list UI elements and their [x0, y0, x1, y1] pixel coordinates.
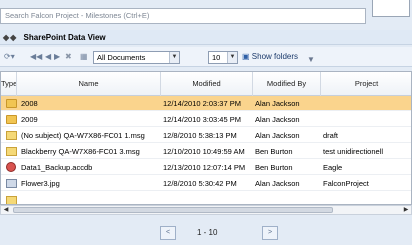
file-icon — [6, 196, 17, 204]
collapse-arrows-icon[interactable]: ◆◆ — [3, 30, 17, 45]
scroll-right-icon[interactable]: ▶ — [401, 206, 411, 214]
row-modified-by: Ben Burton — [255, 163, 293, 172]
column-header-modified[interactable]: Modified — [161, 72, 253, 96]
column-header-project[interactable]: Project — [321, 72, 411, 96]
page-size-select[interactable]: 10 ▼ — [208, 51, 238, 64]
prev-page-icon[interactable]: ◀ — [45, 50, 51, 63]
horizontal-scrollbar[interactable]: ◀ ▶ — [0, 205, 412, 215]
toolbar: ⟳▾ ◀◀ ◀ ▶ ✖ ▦ All Documents ▼ 10 ▼ ▣ Sho… — [0, 47, 412, 67]
show-folders-button[interactable]: ▣ Show folders — [242, 50, 298, 63]
pager: < 1 - 10 > — [0, 221, 412, 245]
folder-icon — [6, 99, 17, 108]
chevron-left-icon: < — [165, 229, 171, 236]
refresh-icon[interactable]: ⟳▾ — [4, 50, 15, 63]
table-row[interactable]: 2008 12/14/2010 2:03:37 PM Alan Jackson — [1, 96, 411, 111]
next-page-icon[interactable]: ▶ — [54, 50, 60, 63]
chevron-right-icon: > — [267, 229, 273, 236]
panel-title-bar: ◆◆ SharePoint Data View — [0, 30, 412, 45]
row-project — [321, 112, 411, 127]
table-row[interactable]: (No subject) QA-W7X86-FC01 1.msg 12/8/20… — [1, 128, 411, 143]
view-select-value: All Documents — [97, 53, 146, 62]
row-modified: 12/14/2010 2:03:37 PM — [163, 99, 241, 108]
row-modified: 12/8/2010 5:38:13 PM — [163, 131, 237, 140]
column-header-name[interactable]: Name — [17, 72, 161, 96]
row-name: (No subject) QA-W7X86-FC01 1.msg — [21, 131, 145, 140]
document-icon: ▦ — [80, 52, 88, 61]
table-row[interactable]: Blackberry QA-W7X86-FC01 3.msg 12/10/201… — [1, 144, 411, 159]
page-size-value: 10 — [212, 53, 221, 62]
row-project: Eagle — [323, 163, 343, 172]
delete-icon[interactable]: ✖ — [65, 50, 72, 63]
search-input[interactable]: Search Falcon Project - Milestones (Ctrl… — [0, 8, 366, 24]
view-select[interactable]: All Documents ▼ — [93, 51, 180, 64]
row-project: draft — [323, 131, 339, 140]
row-modified: 12/8/2010 5:30:42 PM — [163, 179, 237, 188]
first-page-icon[interactable]: ◀◀ — [30, 50, 42, 63]
access-database-icon — [6, 162, 16, 172]
grid-header: Type Name Modified Modified By Project — [1, 72, 411, 96]
page-range-label: 1 - 10 — [197, 228, 218, 237]
row-modified: 12/13/2010 12:07:14 PM — [163, 163, 246, 172]
next-page-button[interactable]: > — [262, 226, 278, 240]
chevron-down-icon: ▼ — [227, 52, 237, 63]
corner-panel — [372, 0, 410, 17]
toolbar-overflow-icon[interactable]: ▼ — [307, 53, 315, 66]
column-header-modified-by[interactable]: Modified By — [253, 72, 321, 96]
email-message-icon — [6, 147, 17, 156]
table-row-partial[interactable] — [1, 192, 411, 204]
row-project — [321, 96, 411, 111]
show-folders-label: Show folders — [251, 52, 299, 61]
row-modified-by: Alan Jackson — [255, 99, 300, 108]
row-modified-by: Alan Jackson — [255, 131, 300, 140]
row-modified-by: Alan Jackson — [255, 179, 300, 188]
image-file-icon — [6, 179, 17, 188]
row-project: test unidirectionell — [323, 147, 384, 156]
table-row[interactable]: 2009 12/14/2010 3:03:45 PM Alan Jackson — [1, 112, 411, 127]
scroll-left-icon[interactable]: ◀ — [1, 206, 11, 214]
scrollbar-thumb[interactable] — [13, 207, 333, 213]
row-name: 2008 — [21, 99, 38, 108]
email-message-icon — [6, 131, 17, 140]
column-header-type[interactable]: Type — [1, 72, 17, 96]
panel-title: SharePoint Data View — [23, 33, 106, 42]
folder-toggle-icon: ▣ — [242, 52, 250, 61]
row-name: 2009 — [21, 115, 38, 124]
row-modified: 12/14/2010 3:03:45 PM — [163, 115, 241, 124]
data-grid: Type Name Modified Modified By Project 2… — [0, 71, 412, 205]
row-modified: 12/10/2010 10:49:59 AM — [163, 147, 245, 156]
table-row[interactable]: Flower3.jpg 12/8/2010 5:30:42 PM Alan Ja… — [1, 176, 411, 191]
table-row[interactable]: Data1_Backup.accdb 12/13/2010 12:07:14 P… — [1, 160, 411, 175]
row-name: Flower3.jpg — [21, 179, 60, 188]
folder-icon — [6, 115, 17, 124]
row-modified-by: Alan Jackson — [255, 115, 300, 124]
chevron-down-icon: ▼ — [169, 52, 179, 63]
row-modified-by: Ben Burton — [255, 147, 293, 156]
row-project: FalconProject — [323, 179, 369, 188]
row-name: Blackberry QA-W7X86-FC01 3.msg — [21, 147, 140, 156]
row-name: Data1_Backup.accdb — [21, 163, 93, 172]
prev-page-button[interactable]: < — [160, 226, 176, 240]
